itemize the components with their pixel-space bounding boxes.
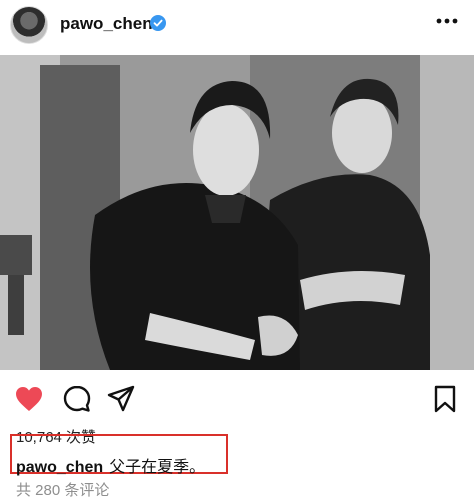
heart-icon[interactable] (14, 384, 44, 414)
action-bar (0, 374, 474, 422)
comment-icon[interactable] (62, 384, 92, 414)
bookmark-icon[interactable] (430, 384, 460, 414)
caption-text: 父子在夏季。 (109, 459, 206, 476)
photo-father-face (193, 104, 259, 196)
post-username[interactable]: pawo_chen (60, 14, 153, 34)
view-comments-link[interactable]: 共 280 条评论 (16, 479, 109, 500)
post-photo[interactable] (0, 55, 474, 370)
caption-username[interactable]: pawo_chen (16, 459, 103, 476)
profile-avatar[interactable] (10, 6, 48, 44)
post-header: pawo_chen (0, 0, 474, 50)
send-icon[interactable] (106, 384, 136, 414)
verified-badge-icon (150, 15, 166, 31)
photo-father-collar (205, 195, 246, 223)
photo-table-leg (8, 275, 24, 335)
post-photo-scene (0, 55, 474, 370)
photo-side-table (0, 235, 32, 275)
more-options-icon[interactable] (436, 18, 458, 24)
post-caption: pawo_chen 父子在夏季。 (16, 453, 205, 477)
